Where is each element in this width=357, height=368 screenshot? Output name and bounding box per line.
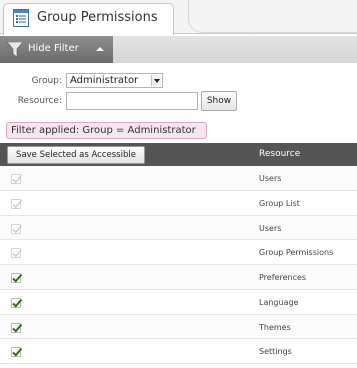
tab-bar: Group Permissions [0,0,357,35]
check-icon [12,199,22,208]
resource-name: Preferences [259,273,307,282]
accessible-checkbox [11,198,22,209]
resource-name: Settings [259,347,292,357]
resource-column-header: Resource [259,149,301,159]
check-icon [12,224,22,233]
check-icon [12,175,22,184]
group-select-value: Administrator [70,75,139,86]
check-icon [12,273,23,283]
resource-name: Group List [259,198,300,208]
table-row: Themes [0,314,357,340]
chevron-down-icon[interactable] [151,75,161,86]
funnel-icon [6,41,24,58]
accessible-checkbox [11,248,22,259]
show-button[interactable]: Show [201,91,237,111]
table-row: Language [0,289,357,315]
resource-name: Language [259,297,299,307]
table-row: Users [0,215,357,241]
tab-bar-divider [188,0,357,33]
group-label: Group: [31,76,62,86]
table-row: Settings [0,339,357,364]
accessible-checkbox [11,174,22,184]
group-select[interactable]: Administrator [66,73,163,88]
accessible-checkbox[interactable] [11,273,23,283]
table-row: Preferences [0,265,357,290]
accessible-checkbox[interactable] [11,347,23,358]
resource-input[interactable] [66,92,198,110]
accessible-checkbox[interactable] [11,297,23,308]
hide-filter-label: Hide Filter [28,43,79,54]
tab-group-permissions[interactable]: Group Permissions [3,3,174,35]
caret-up-icon [96,47,104,51]
accessible-checkbox[interactable] [11,322,23,333]
tab-title: Group Permissions [37,10,158,25]
table-list-icon [13,9,29,27]
check-icon [12,298,23,308]
check-icon [12,323,23,333]
resource-name: Users [259,223,282,233]
hide-filter-button[interactable]: Hide Filter [0,36,113,63]
check-icon [12,249,22,258]
permissions-list: Users Group List Users Group Permissions… [0,166,357,364]
check-icon [12,348,23,357]
filter-toolbar: Hide Filter [0,36,357,63]
resource-name: Themes [259,322,291,332]
table-header: Save Selected as Accessible Resource [0,143,357,166]
resource-name: Group Permissions [259,248,334,258]
resource-label: Resource: [17,96,62,106]
filter-applied-badge: Filter applied: Group = Administrator [6,122,207,139]
resource-name: Users [259,174,282,183]
table-row: Group List [0,190,357,216]
accessible-checkbox [11,223,22,234]
table-row: Group Permissions [0,240,357,265]
table-row: Users [0,166,357,191]
save-selected-button[interactable]: Save Selected as Accessible [7,146,145,164]
